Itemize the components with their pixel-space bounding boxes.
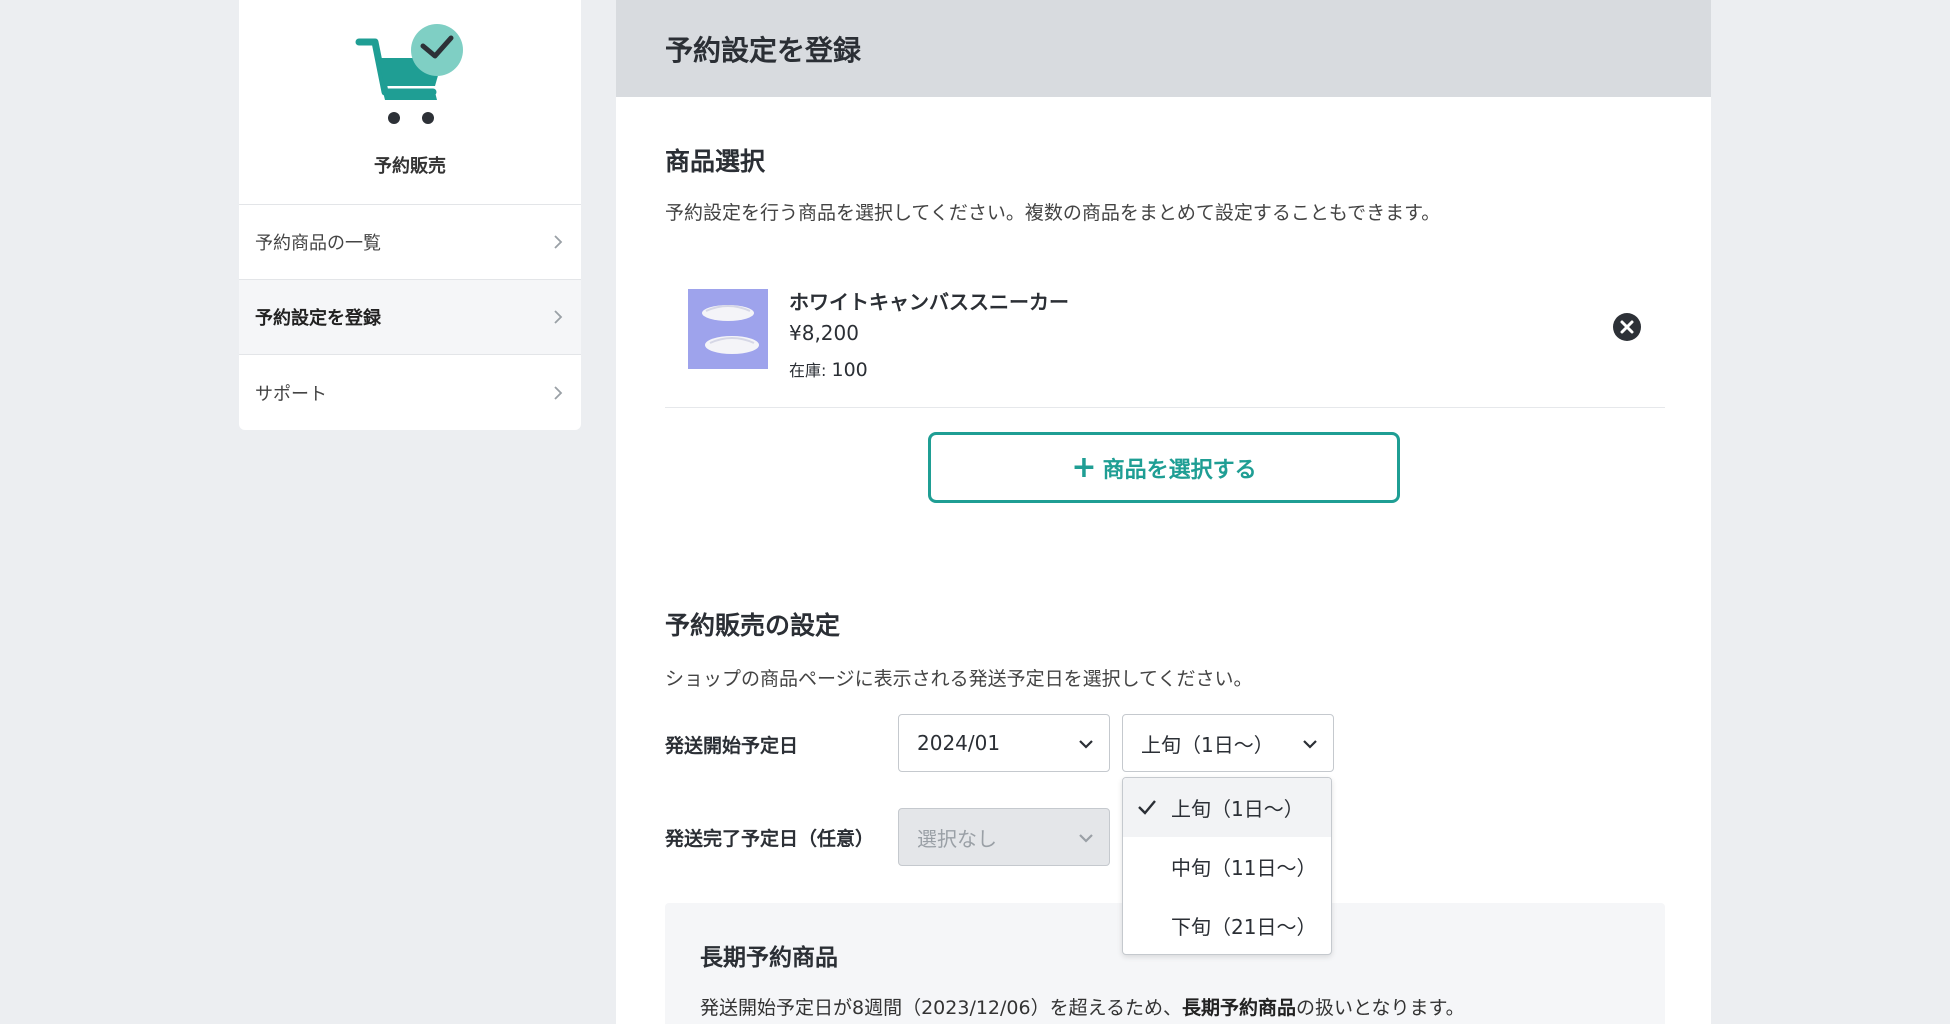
period-dropdown-menu: 上旬（1日〜） 中旬（11日〜） 下旬（21日〜） [1122, 777, 1332, 955]
notice-title: 長期予約商品 [700, 945, 838, 971]
ship-end-label: 発送完了予定日（任意） [665, 828, 875, 850]
product-section-title: 商品選択 [665, 147, 766, 176]
sidebar-header: 予約販売 [239, 0, 581, 205]
product-section-description: 予約設定を行う商品を選択してください。複数の商品をまとめて設定することもできます… [665, 202, 1441, 224]
ship-start-month-value: 2024/01 [917, 731, 1001, 755]
close-icon [1620, 320, 1634, 334]
plus-icon: + [1071, 449, 1097, 485]
sidebar-item-preorder-list[interactable]: 予約商品の一覧 [239, 205, 581, 280]
sidebar-item-label: 予約設定を登録 [255, 308, 381, 329]
ship-start-month-select[interactable]: 2024/01 [898, 714, 1110, 772]
preorder-section-description: ショップの商品ページに表示される発送予定日を選択してください。 [665, 668, 1253, 690]
product-price: ¥8,200 [789, 321, 859, 345]
period-option-mid[interactable]: 中旬（11日〜） [1123, 837, 1331, 896]
chevron-down-icon [1079, 834, 1093, 843]
sidebar: 予約販売 予約商品の一覧 予約設定を登録 サポート [239, 0, 581, 430]
preorder-section-title: 予約販売の設定 [665, 611, 841, 640]
notice-text-bold: 長期予約商品 [1182, 997, 1297, 1019]
notice-text: 発送開始予定日が8週間（2023/12/06）を超えるため、長期予約商品の扱いと… [700, 993, 1465, 1020]
period-option-label: 上旬（1日〜） [1171, 797, 1304, 821]
page-header: 予約設定を登録 [616, 0, 1711, 97]
period-option-late[interactable]: 下旬（21日〜） [1123, 896, 1331, 954]
select-product-label: 商品を選択する [1102, 457, 1257, 483]
stock-value: 100 [831, 359, 868, 381]
sneaker-image-icon [702, 305, 759, 354]
ship-start-label: 発送開始予定日 [665, 735, 799, 757]
sidebar-item-register-preorder[interactable]: 予約設定を登録 [239, 280, 581, 355]
product-name: ホワイトキャンバススニーカー [789, 290, 1069, 314]
sidebar-item-label: 予約商品の一覧 [255, 233, 381, 254]
sidebar-item-support[interactable]: サポート [239, 355, 581, 430]
select-product-button[interactable]: + 商品を選択する [928, 432, 1400, 503]
chevron-right-icon [554, 385, 563, 400]
product-stock: 在庫: 100 [789, 357, 868, 381]
notice-text-after: の扱いとなります。 [1296, 997, 1465, 1019]
main-panel: 予約設定を登録 商品選択 予約設定を行う商品を選択してください。複数の商品をまと… [616, 0, 1711, 1024]
checkmark-icon [1138, 800, 1156, 815]
chevron-right-icon [554, 235, 563, 249]
ship-start-period-value: 上旬（1日〜） [1141, 732, 1274, 757]
product-row: ホワイトキャンバススニーカー ¥8,200 在庫: 100 [665, 266, 1665, 408]
stock-label: 在庫: [789, 361, 832, 380]
chevron-down-icon [1303, 740, 1317, 749]
period-option-label: 中旬（11日〜） [1171, 856, 1317, 880]
period-option-label: 下旬（21日〜） [1171, 915, 1317, 939]
page-title: 予約設定を登録 [665, 33, 862, 67]
chevron-right-icon [554, 310, 563, 324]
chevron-down-icon [1079, 740, 1093, 749]
ship-end-placeholder: 選択なし [917, 826, 997, 851]
period-option-early[interactable]: 上旬（1日〜） [1123, 778, 1331, 837]
ship-start-period-select[interactable]: 上旬（1日〜） [1122, 714, 1334, 772]
notice-text-before: 発送開始予定日が8週間（2023/12/06）を超えるため、 [700, 997, 1183, 1019]
app-name: 予約販売 [374, 156, 446, 177]
shopping-cart-clock-icon [355, 24, 463, 124]
ship-end-select: 選択なし [898, 808, 1110, 866]
remove-product-button[interactable] [1613, 313, 1641, 341]
sidebar-item-label: サポート [255, 383, 327, 405]
product-thumbnail [688, 289, 768, 369]
